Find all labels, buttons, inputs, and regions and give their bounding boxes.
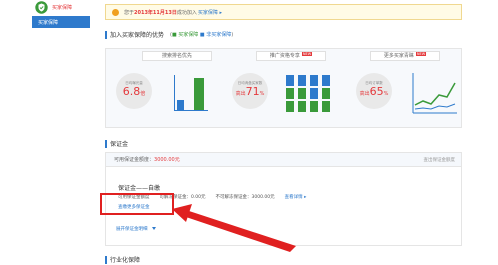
notice-date: 2013年11月13日 (134, 9, 177, 16)
exposure-value: 6.8倍 (116, 86, 152, 100)
notice-suffix: 成功加入 (176, 9, 197, 16)
advantage-legend: (■ 买家保障 ■ 非买家保障) (170, 32, 234, 38)
guarantee-head-link[interactable]: 查出保证金额度 (424, 157, 456, 163)
person-icon (310, 101, 318, 112)
view-details-link[interactable]: 查看详情 ▸ (285, 194, 307, 200)
section-marker (105, 255, 107, 264)
sidebar: 买家保障 买家保障 (32, 0, 90, 265)
notice-prefix: 您于 (124, 9, 135, 16)
main-content: 您于 2013年11月13日 成功加入 买家保障 ▸ 加入买家保障的优势 (■ … (105, 0, 462, 265)
guarantee-title: 保证金 (110, 141, 129, 148)
tab-search-ranking: 搜索排名优先 (142, 51, 212, 61)
inquiry-value: 高出71% (232, 86, 268, 100)
person-icon (322, 88, 330, 99)
person-icon (286, 75, 294, 86)
orders-prefix: 高出 (359, 91, 370, 97)
legend-green: ■ 买家保障 (171, 32, 199, 38)
person-icon (322, 101, 330, 112)
guarantee-section-title: 保证金 (105, 139, 128, 148)
sidebar-title: 买家保障 (52, 4, 73, 11)
inquiry-unit: % (259, 91, 265, 97)
person-icon (298, 75, 306, 86)
advantage-tabs: 搜索排名优先 推广资格专享 NEW 更多买家青睐 NEW (106, 49, 463, 62)
orders-value: 高出65% (356, 86, 392, 100)
exposure-number: 6.8 (122, 85, 141, 98)
buyers-people-illustration (286, 75, 332, 113)
tab-search-ranking-label: 搜索排名优先 (161, 53, 192, 59)
notice-link[interactable]: 买家保障 ▸ (198, 9, 222, 16)
person-icon (310, 88, 318, 99)
guarantee-name: 保证金——自缴 (118, 185, 161, 192)
shield-icon (35, 0, 48, 14)
usable-label: 可用保证金额度： (114, 157, 155, 163)
bar-axis-x (174, 110, 208, 111)
orders-number: 65 (369, 85, 384, 98)
person-icon (322, 75, 330, 86)
inquiry-number: 71 (245, 85, 260, 98)
sidebar-header: 买家保障 (32, 0, 90, 14)
advantage-panel: 搜索排名优先 推广资格专享 NEW 更多买家青睐 NEW 日均曝光量 6.8倍 日均… (105, 48, 462, 128)
usable-value: 3000.00元 (154, 157, 180, 163)
exposure-bar-illustration (174, 75, 208, 111)
chevron-down-icon (151, 227, 156, 230)
new-badge: NEW (415, 52, 427, 56)
guarantee-header: 可用保证金额度：3000.00元 查出保证金额度 (106, 153, 461, 167)
industry-section-title: 行业化保障 (105, 255, 140, 264)
person-icon (286, 101, 294, 112)
tab-promotion-label: 推广资格专享 (269, 53, 300, 59)
legend-blue: ■ 非买家保障 (199, 32, 232, 38)
new-badge: NEW (301, 52, 313, 56)
tab-promotion: 推广资格专享 NEW (256, 51, 326, 61)
section-marker (105, 139, 107, 148)
exposure-circle: 日均曝光量 6.8倍 (116, 73, 152, 109)
person-icon (298, 101, 306, 112)
exposure-unit: 倍 (140, 91, 146, 97)
bar-non-protected (177, 100, 184, 110)
person-icon (310, 75, 318, 86)
advantage-title: 加入买家保障的优势 (110, 32, 165, 39)
join-notice: 您于 2013年11月13日 成功加入 买家保障 ▸ (105, 4, 462, 20)
tab-more-buyers: 更多买家青睐 NEW (370, 51, 440, 61)
person-icon (298, 88, 306, 99)
bar-axis-y (174, 75, 175, 111)
notice-dot-icon (112, 8, 119, 16)
orders-circle: 日均订单数 高出65% (356, 73, 392, 109)
orders-unit: % (383, 91, 389, 97)
orders-line-illustration (412, 73, 457, 114)
advantage-section-title: 加入买家保障的优势 (■ 买家保障 ■ 非买家保障) (105, 30, 233, 39)
tab-more-buyers-label: 更多买家青睐 (383, 53, 414, 59)
expand-guarantee-details-link[interactable]: 展开保证金明细 (116, 226, 156, 232)
industry-title: 行业化保障 (110, 257, 141, 264)
usable-amount: 可用保证金额度：3000.00元 (114, 156, 180, 163)
sidebar-item-buyer-protection[interactable]: 买家保障 (32, 16, 90, 28)
inquiry-circle: 日均询盘买家数 高出71% (232, 73, 268, 109)
bar-protected (194, 78, 204, 110)
expand-label: 展开保证金明细 (116, 227, 148, 232)
section-marker (105, 30, 107, 39)
guarantee-row-label-3: 不可解冻保证金：3000.00元 (215, 195, 275, 200)
annotation-highlight-box (100, 193, 174, 215)
person-icon (286, 88, 294, 99)
inquiry-prefix: 高出 (235, 91, 246, 97)
